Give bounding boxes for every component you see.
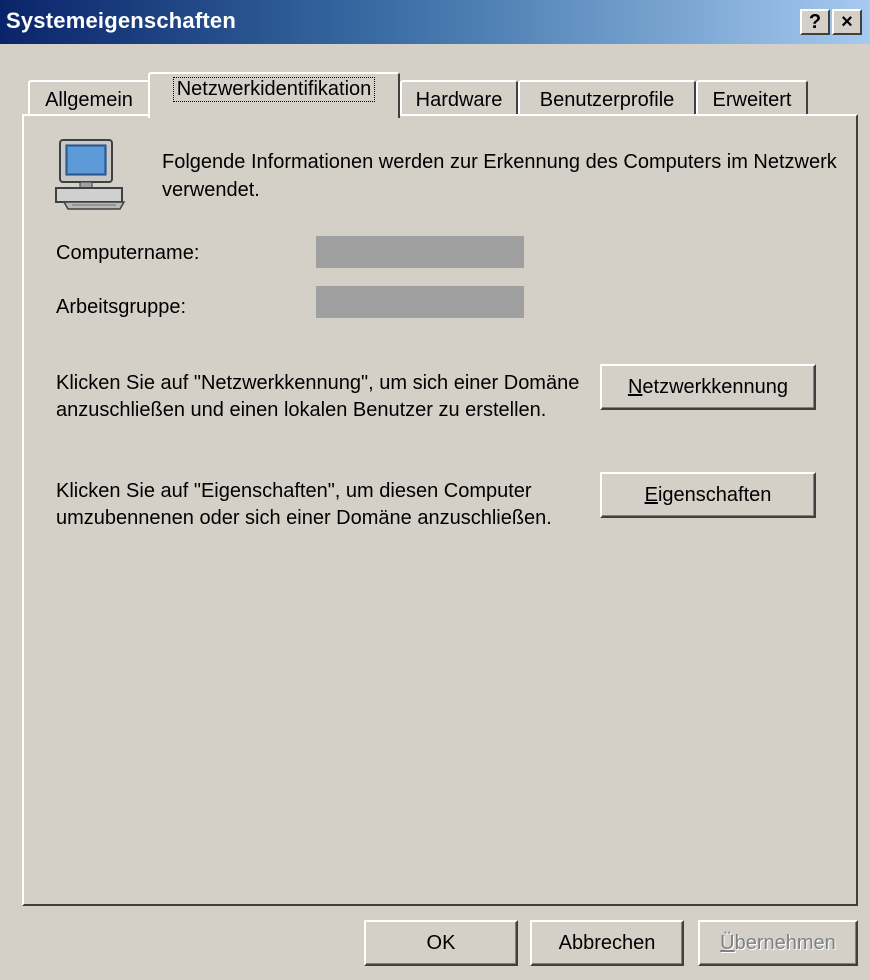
help-icon: ? [808, 10, 822, 33]
apply-label: bernehmen [734, 931, 836, 954]
netzwerkkennung-button[interactable]: Netzwerkkennung [600, 364, 816, 410]
tab-label: Netzwerkidentifikation [172, 77, 376, 102]
cancel-button[interactable]: Abbrechen [530, 920, 684, 966]
tab-label: Hardware [415, 88, 503, 111]
netzwerkkennung-accel: N [627, 375, 643, 398]
tab-label: Erweitert [712, 88, 792, 111]
arbeitsgruppe-value [316, 286, 524, 318]
window-title: Systemeigenschaften [6, 8, 236, 33]
apply-button[interactable]: Übernehmen [698, 920, 858, 966]
ok-button[interactable]: OK [364, 920, 518, 966]
tab-hardware[interactable]: Hardware [400, 80, 518, 118]
close-icon: × [841, 10, 853, 33]
help-button[interactable]: ? [800, 9, 830, 35]
arbeitsgruppe-label: Arbeitsgruppe: [56, 296, 187, 318]
close-button[interactable]: × [832, 9, 862, 35]
tab-label: Benutzerprofile [539, 88, 675, 111]
tab-allgemein[interactable]: Allgemein [28, 80, 150, 118]
ok-label: OK [426, 931, 456, 954]
tab-benutzerprofile[interactable]: Benutzerprofile [518, 80, 696, 118]
tab-label: Allgemein [45, 88, 133, 111]
info-text: Folgende Informationen werden zur Erkenn… [162, 151, 837, 201]
computername-label: Computername: [56, 242, 200, 264]
tab-netzwerkidentifikation[interactable]: Netzwerkidentifikation [148, 72, 400, 118]
eigenschaften-description: Klicken Sie auf "Eigenschaften", um dies… [56, 480, 552, 529]
tab-panel-netzwerkidentifikation: Folgende Informationen werden zur Erkenn… [22, 114, 858, 906]
eigenschaften-accel: E [644, 483, 658, 506]
netzwerkkennung-label: etzwerkkennung [642, 375, 789, 398]
apply-accel: Ü [720, 931, 735, 954]
tab-erweitert[interactable]: Erweitert [696, 80, 808, 118]
title-bar[interactable]: Systemeigenschaften ? × [0, 0, 870, 44]
eigenschaften-button[interactable]: Eigenschaften [600, 472, 816, 518]
cancel-label: Abbrechen [558, 931, 656, 954]
netzwerkkennung-description: Klicken Sie auf "Netzwerkkennung", um si… [56, 372, 580, 421]
computer-icon [55, 139, 126, 210]
system-properties-window: Systemeigenschaften ? × Allgemein Netzwe… [0, 0, 870, 980]
computername-value [316, 236, 524, 268]
eigenschaften-label: igenschaften [657, 483, 772, 506]
